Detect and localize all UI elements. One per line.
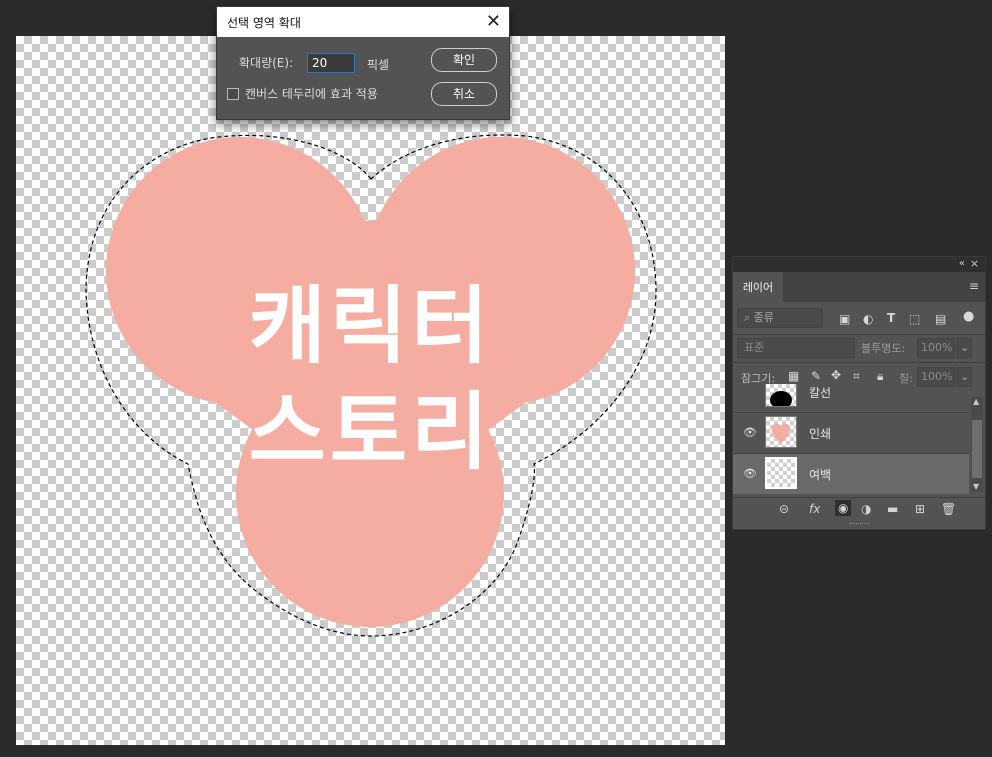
chevron-down-icon[interactable]: ⌄ — [956, 338, 972, 358]
layer-list: 칼선 👁︎ 인쇄 👁︎ 여백 — [733, 384, 969, 494]
lock-pixels-icon[interactable]: ✎ — [811, 369, 821, 383]
eye-icon[interactable]: 👁︎ — [743, 426, 757, 440]
expand-by-input[interactable] — [307, 53, 355, 73]
layers-panel: « × 레이어 ≡ ⌕ 종류 ▣ ◐ T ⬚ ▤ ● 표준 불투명도: 100%… — [732, 256, 986, 530]
blend-mode-value: 표준 — [744, 341, 765, 354]
layer-thumbnail — [765, 457, 797, 489]
canvas-bounds-option[interactable]: 캔버스 테두리에 효과 적용 — [227, 85, 378, 102]
trash-icon[interactable]: 🗑︎ — [941, 502, 956, 516]
unit-label: 픽셀 — [367, 58, 390, 72]
search-icon: ⌕ — [744, 311, 751, 324]
canvas-bounds-label: 캔버스 테두리에 효과 적용 — [245, 87, 378, 101]
add-mask-icon[interactable]: ◉ — [835, 500, 852, 516]
close-panel-icon[interactable]: × — [970, 257, 979, 270]
opacity-input[interactable]: 100% — [917, 338, 955, 358]
link-layers-icon[interactable]: ⊝ — [779, 502, 789, 516]
layers-bottom-toolbar: ⊝ fx ◉ ◑ ▬ ⊞ 🗑︎ — [733, 497, 985, 524]
tab-layers[interactable]: 레이어 — [733, 272, 783, 302]
layer-name: 칼선 — [809, 386, 832, 400]
artwork-text-line1: 캐릭터 — [248, 277, 493, 375]
layer-row-margin[interactable]: 👁︎ 여백 — [733, 454, 969, 494]
layer-name: 인쇄 — [809, 427, 832, 441]
document-canvas[interactable]: 캐릭터 스토리 — [16, 36, 725, 745]
dialog-title: 선택 영역 확대 — [227, 15, 301, 30]
lock-transparency-icon[interactable]: ▦ — [788, 369, 799, 383]
new-layer-icon[interactable]: ⊞ — [915, 502, 925, 516]
smart-object-filter-icon[interactable]: ▤ — [935, 312, 946, 326]
cancel-button[interactable]: 취소 — [431, 82, 497, 106]
trefoil-shape — [106, 137, 635, 627]
layer-filter-value: 종류 — [753, 311, 774, 324]
scroll-down-icon[interactable]: ▼ — [973, 482, 979, 491]
layer-filter-select[interactable]: ⌕ 종류 — [737, 308, 823, 328]
new-group-icon[interactable]: ▬ — [887, 502, 898, 516]
shape-filter-icon[interactable]: ⬚ — [909, 312, 920, 326]
adjustment-layer-icon[interactable]: ◑ — [861, 502, 871, 516]
expand-selection-dialog: 선택 영역 확대 ✕ 확대량(E): 픽셀 캔버스 테두리에 효과 적용 확인 … — [216, 6, 510, 120]
artwork-text-line2: 스토리 — [248, 383, 493, 481]
scroll-thumb[interactable] — [972, 420, 982, 478]
adjustment-filter-icon[interactable]: ◐ — [863, 312, 873, 326]
layer-thumbnail — [765, 384, 797, 407]
eye-icon[interactable]: 👁︎ — [743, 467, 757, 481]
expand-by-label: 확대량(E): — [239, 56, 294, 70]
panel-collapse-bar[interactable]: « × — [733, 257, 985, 272]
panel-tabbar: 레이어 ≡ — [733, 272, 985, 302]
dialog-titlebar[interactable]: 선택 영역 확대 ✕ — [217, 7, 509, 37]
blend-mode-select[interactable]: 표준 — [737, 338, 855, 358]
layer-thumbnail — [765, 416, 797, 448]
panel-menu-icon[interactable]: ≡ — [969, 279, 979, 293]
filter-toggle-icon[interactable]: ● — [963, 309, 974, 324]
canvas-bounds-checkbox[interactable] — [227, 87, 239, 100]
panel-resize-grip[interactable] — [849, 523, 869, 527]
lock-position-icon[interactable]: ✥ — [831, 368, 841, 382]
close-icon[interactable]: ✕ — [486, 13, 501, 31]
layer-row-cutline[interactable]: 칼선 — [733, 384, 969, 413]
collapse-icon[interactable]: « — [959, 258, 965, 269]
fx-icon[interactable]: fx — [809, 502, 820, 516]
image-filter-icon[interactable]: ▣ — [839, 312, 850, 326]
visibility-empty-icon[interactable] — [743, 385, 757, 399]
layer-list-scrollbar[interactable]: ▲ ▼ — [971, 396, 983, 492]
opacity-label: 불투명도: — [861, 342, 906, 355]
lock-all-icon[interactable]: 🔒︎ — [877, 369, 883, 384]
type-filter-icon[interactable]: T — [887, 311, 895, 325]
layer-name: 여백 — [809, 468, 832, 482]
scroll-up-icon[interactable]: ▲ — [973, 397, 979, 406]
ok-button[interactable]: 확인 — [431, 48, 497, 72]
lock-artboard-icon[interactable]: ⌗ — [853, 369, 860, 384]
layer-row-print[interactable]: 👁︎ 인쇄 — [733, 413, 969, 454]
